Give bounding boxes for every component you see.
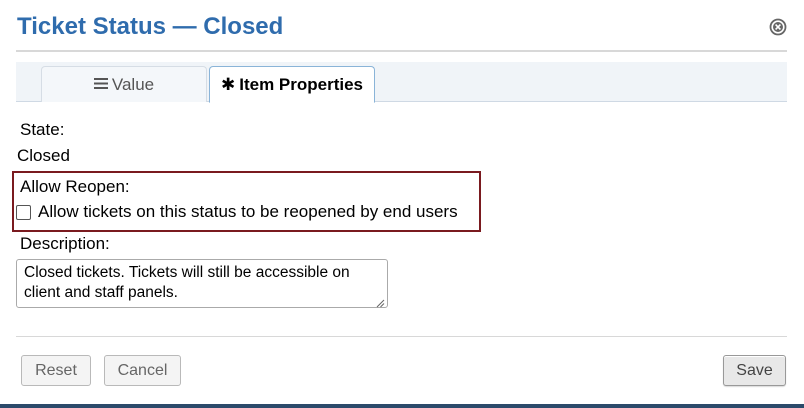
state-value: Closed <box>17 146 70 165</box>
page-bottom-strip <box>0 404 804 408</box>
allow-reopen-checkbox-label[interactable]: Allow tickets on this status to be reope… <box>38 202 458 222</box>
tab-bar: Value ✱ Item Properties <box>16 62 787 103</box>
state-label: State: <box>20 120 65 139</box>
tab-value[interactable]: Value <box>41 66 207 102</box>
footer-divider <box>16 336 787 337</box>
description-textarea[interactable]: Closed tickets. Tickets will still be ac… <box>16 259 388 308</box>
reset-button[interactable]: Reset <box>21 355 91 386</box>
cancel-button[interactable]: Cancel <box>104 355 181 386</box>
close-button[interactable] <box>769 18 787 36</box>
asterisk-icon: ✱ <box>220 75 236 94</box>
tab-item-properties[interactable]: ✱ Item Properties <box>209 66 375 103</box>
allow-reopen-label: Allow Reopen: <box>20 177 130 196</box>
allow-reopen-checkbox[interactable] <box>16 205 31 220</box>
list-icon <box>93 76 108 93</box>
description-label: Description: <box>20 234 110 253</box>
resize-grip-icon[interactable] <box>375 295 385 308</box>
title-divider <box>16 50 787 52</box>
save-button[interactable]: Save <box>723 355 786 386</box>
tab-item-properties-label: Item Properties <box>239 74 363 94</box>
ticket-status-dialog: Ticket Status — Closed Value ✱ Item Prop… <box>0 0 804 404</box>
dialog-title: Ticket Status — Closed <box>17 13 284 40</box>
close-circle-icon <box>769 18 787 36</box>
tab-value-label: Value <box>111 74 155 94</box>
